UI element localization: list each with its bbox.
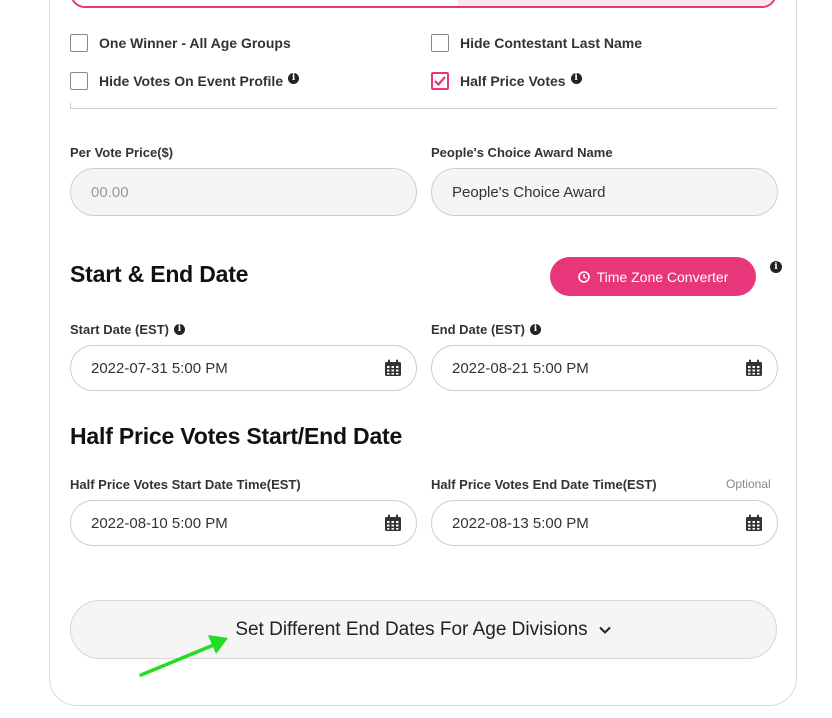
half-price-end-input[interactable]: 2022-08-13 5:00 PM xyxy=(431,500,778,546)
check-icon xyxy=(434,76,446,86)
start-date-label-text: Start Date (EST) xyxy=(70,322,169,337)
annotation-arrow-icon xyxy=(139,635,228,677)
half-price-label: Half Price Votes xyxy=(460,73,566,89)
per-vote-price-input[interactable]: 00.00 xyxy=(70,168,417,216)
info-icon[interactable]: i xyxy=(770,261,782,273)
per-vote-price-placeholder: 00.00 xyxy=(91,183,129,201)
award-name-value: People's Choice Award xyxy=(452,183,606,201)
hide-votes-label: Hide Votes On Event Profile xyxy=(99,73,284,89)
divider-tick xyxy=(70,103,71,109)
one-winner-checkbox[interactable] xyxy=(70,34,88,52)
half-price-option[interactable]: Half Price Votes i xyxy=(431,72,582,90)
end-date-input[interactable]: 2022-08-21 5:00 PM xyxy=(431,345,778,391)
optional-note: Optional xyxy=(726,477,771,491)
clock-icon xyxy=(577,270,590,283)
start-date-label: Start Date (EST) i xyxy=(70,322,185,337)
award-name-input[interactable]: People's Choice Award xyxy=(431,168,778,216)
hide-last-name-label: Hide Contestant Last Name xyxy=(460,35,643,51)
section-divider xyxy=(70,108,777,109)
calendar-icon[interactable] xyxy=(745,359,763,377)
hide-last-name-checkbox[interactable] xyxy=(431,34,449,52)
end-date-value: 2022-08-21 5:00 PM xyxy=(452,359,589,377)
half-price-end-label: Half Price Votes End Date Time(EST) xyxy=(431,477,657,492)
half-price-heading: Half Price Votes Start/End Date xyxy=(70,423,403,449)
calendar-icon[interactable] xyxy=(745,514,763,532)
half-price-end-value: 2022-08-13 5:00 PM xyxy=(452,514,589,532)
one-winner-option[interactable]: One Winner - All Age Groups xyxy=(70,34,291,52)
age-divisions-label: Set Different End Dates For Age Division… xyxy=(235,618,588,640)
one-winner-label: One Winner - All Age Groups xyxy=(99,35,291,51)
start-date-input[interactable]: 2022-07-31 5:00 PM xyxy=(70,345,417,391)
hide-last-name-option[interactable]: Hide Contestant Last Name xyxy=(431,34,642,52)
info-icon[interactable]: i xyxy=(173,324,185,335)
chevron-down-icon xyxy=(598,626,611,634)
end-date-label: End Date (EST) i xyxy=(431,322,541,337)
info-icon[interactable]: i xyxy=(529,324,541,335)
per-vote-price-label: Per Vote Price($) xyxy=(70,145,174,160)
end-date-label-text: End Date (EST) xyxy=(431,322,525,337)
calendar-icon[interactable] xyxy=(384,359,402,377)
half-price-start-label: Half Price Votes Start Date Time(EST) xyxy=(70,477,301,492)
info-icon[interactable]: i xyxy=(570,72,582,84)
hide-votes-checkbox[interactable] xyxy=(70,72,88,90)
start-end-heading: Start & End Date xyxy=(70,261,249,287)
start-date-value: 2022-07-31 5:00 PM xyxy=(91,359,228,377)
time-zone-converter-button[interactable]: Time Zone Converter xyxy=(550,257,756,296)
time-zone-converter-label: Time Zone Converter xyxy=(596,268,729,285)
award-name-label: People's Choice Award Name xyxy=(431,145,613,160)
half-price-start-input[interactable]: 2022-08-10 5:00 PM xyxy=(70,500,417,546)
half-price-start-value: 2022-08-10 5:00 PM xyxy=(91,514,228,532)
half-price-checkbox[interactable] xyxy=(431,72,449,90)
previous-field-edge xyxy=(70,0,777,8)
info-icon[interactable]: i xyxy=(288,72,300,84)
hide-votes-option[interactable]: Hide Votes On Event Profile i xyxy=(70,72,300,90)
calendar-icon[interactable] xyxy=(384,514,402,532)
